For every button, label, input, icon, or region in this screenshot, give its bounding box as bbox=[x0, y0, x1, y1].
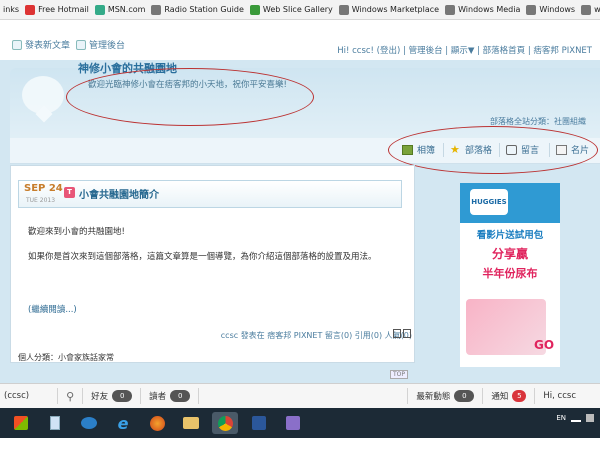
search-button[interactable]: ⚲ bbox=[66, 390, 74, 403]
word-icon[interactable] bbox=[246, 412, 272, 434]
system-tray: EN bbox=[556, 414, 594, 422]
personal-category[interactable]: 個人分類：小會家族話家常 bbox=[18, 352, 114, 363]
admin-label: 管理後台 bbox=[89, 41, 126, 51]
notify-count-badge: 5 bbox=[512, 390, 527, 402]
favorite-item[interactable]: Windows Media bbox=[442, 4, 523, 15]
user-handle-label: (ccsc) bbox=[4, 391, 30, 401]
top-bar: 發表新文章 管理後台 Hi! ccsc! (登出) | 管理後台 | 顯示▼ |… bbox=[0, 20, 600, 60]
top-links[interactable]: Hi! ccsc! (登出) | 管理後台 | 顯示▼ | 部落格首頁 | 痞客… bbox=[337, 44, 592, 56]
favorite-item[interactable]: Web Slice Gallery bbox=[247, 4, 336, 15]
post-date: SEP 24 bbox=[24, 183, 63, 194]
divider bbox=[198, 388, 200, 404]
new-post-button[interactable]: 發表新文章 bbox=[12, 38, 70, 51]
favorites-bar: inks Free Hotmail MSN.com Radio Station Gui… bbox=[0, 0, 600, 20]
pixnet-bottom-bar: (ccsc) ⚲ 好友 0 讀者 0 最新動態 0 通知 5 Hi, ccsc bbox=[0, 383, 600, 408]
language-indicator[interactable]: EN bbox=[556, 414, 566, 422]
news-label: 最新動態 bbox=[416, 392, 451, 402]
ad-banner-top: HUGGIES bbox=[460, 183, 560, 223]
news-button[interactable]: 最新動態 0 bbox=[416, 390, 475, 402]
read-more-link[interactable]: (繼續閱讀...) bbox=[28, 303, 77, 315]
notify-label: 通知 bbox=[491, 392, 509, 402]
windows-taskbar: e EN bbox=[0, 408, 600, 438]
site-icon bbox=[581, 4, 592, 15]
back-to-top-button[interactable]: TOP bbox=[390, 370, 409, 379]
admin-button[interactable]: 管理後台 bbox=[76, 38, 125, 51]
readers-count-badge: 0 bbox=[170, 390, 191, 402]
trash-icon[interactable] bbox=[403, 329, 411, 338]
edit-icon[interactable] bbox=[393, 329, 401, 338]
new-post-label: 發表新文章 bbox=[25, 41, 71, 51]
sidebar-ad[interactable]: HUGGIES 看影片送試用包 分享贏 半年份尿布 GO bbox=[460, 183, 560, 367]
favorite-item[interactable]: Windows Marketplace bbox=[336, 4, 442, 15]
favorite-label: Radio Station Guide bbox=[164, 5, 244, 14]
network-icon[interactable] bbox=[571, 414, 581, 422]
friends-label: 好友 bbox=[91, 392, 109, 402]
file-icon[interactable] bbox=[42, 412, 68, 434]
favorite-label: Windows Media bbox=[458, 5, 521, 14]
huggies-logo: HUGGIES bbox=[470, 189, 508, 215]
ad-line-3: 半年份尿布 bbox=[482, 267, 538, 280]
notify-button[interactable]: 通知 5 bbox=[491, 390, 527, 402]
greeting[interactable]: Hi, ccsc bbox=[543, 391, 576, 401]
windows-icon bbox=[526, 4, 537, 15]
ad-line-2: 分享贏 bbox=[491, 247, 528, 261]
favorite-label: inks bbox=[3, 5, 20, 14]
post-date-sub: TUE 2013 bbox=[26, 197, 56, 204]
top-pin-icon: T bbox=[64, 187, 75, 198]
start-icon[interactable] bbox=[8, 412, 34, 434]
divider bbox=[534, 388, 536, 404]
readers-label: 讀者 bbox=[149, 392, 167, 402]
new-post-icon bbox=[12, 39, 22, 50]
favorite-item[interactable]: Radio Station Guide bbox=[148, 4, 247, 15]
post-actions bbox=[393, 329, 411, 338]
annotation-oval-title bbox=[66, 68, 314, 126]
ad-go-button[interactable]: GO bbox=[534, 338, 554, 352]
windows-icon bbox=[445, 4, 456, 15]
windows-icon bbox=[338, 4, 349, 15]
favorite-item[interactable]: inks bbox=[0, 5, 22, 14]
favorite-label: MSN.com bbox=[107, 5, 146, 14]
favorite-item[interactable]: www.5iYinYue.com bbox=[578, 4, 600, 15]
friends-count-badge: 0 bbox=[112, 390, 133, 402]
chrome-icon[interactable] bbox=[212, 412, 238, 434]
post-paragraph-1: 歡迎來到小會的共融園地! bbox=[28, 227, 125, 237]
hotmail-icon bbox=[25, 4, 36, 15]
search-icon: ⚲ bbox=[66, 389, 75, 403]
gear-icon bbox=[76, 39, 86, 50]
msn-icon bbox=[94, 4, 105, 15]
paint-icon[interactable] bbox=[280, 412, 306, 434]
internet-explorer-icon[interactable]: e bbox=[110, 412, 136, 434]
friends-button[interactable]: 好友 0 bbox=[91, 390, 133, 402]
bottom-strip bbox=[0, 438, 600, 450]
divider bbox=[57, 388, 59, 404]
favorite-item[interactable]: Free Hotmail bbox=[22, 4, 92, 15]
post-paragraph-2: 如果你是首次來到這個部落格，這篇文章算是一個導覽，為你介紹這個部落格的設置及用法… bbox=[28, 252, 377, 262]
post-header bbox=[18, 180, 402, 208]
favorite-item[interactable]: Windows bbox=[523, 4, 578, 15]
readers-button[interactable]: 讀者 0 bbox=[149, 390, 191, 402]
favorite-label: www.5iYinYue.com bbox=[594, 5, 600, 14]
post-title[interactable]: 小會共融園地簡介 bbox=[79, 186, 159, 201]
favorite-item[interactable]: MSN.com bbox=[92, 4, 149, 15]
divider bbox=[140, 388, 142, 404]
post-meta[interactable]: ccsc 發表在 痞客邦 PIXNET 留言(0) 引用(0) 人氣(0) bbox=[221, 330, 412, 341]
radio-icon bbox=[151, 4, 162, 15]
ad-line-1: 看影片送試用包 bbox=[476, 230, 544, 241]
webslice-icon bbox=[249, 4, 260, 15]
greeting-label: Hi, ccsc bbox=[543, 391, 576, 401]
favorite-label: Windows Marketplace bbox=[351, 5, 440, 14]
folder-icon[interactable] bbox=[178, 412, 204, 434]
media-icon[interactable] bbox=[76, 412, 102, 434]
volume-icon[interactable] bbox=[586, 414, 594, 422]
user-handle[interactable]: (ccsc) bbox=[4, 391, 29, 401]
annotation-oval-nav bbox=[388, 126, 598, 174]
firefox-icon[interactable] bbox=[144, 412, 170, 434]
favorite-label: Web Slice Gallery bbox=[262, 5, 333, 14]
divider bbox=[82, 388, 84, 404]
divider bbox=[407, 388, 409, 404]
news-count-badge: 0 bbox=[454, 390, 475, 402]
favorite-label: Free Hotmail bbox=[38, 5, 89, 14]
favorite-label: Windows bbox=[539, 5, 576, 14]
divider bbox=[482, 388, 484, 404]
